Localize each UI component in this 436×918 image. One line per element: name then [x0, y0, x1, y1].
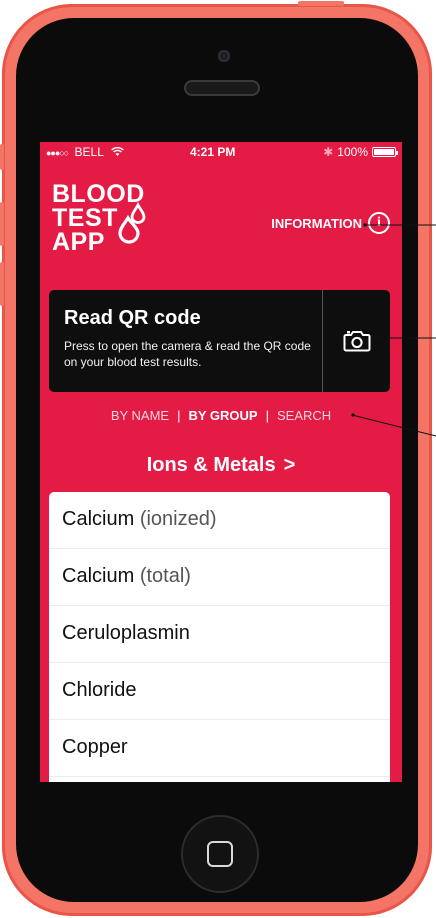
- read-qr-card[interactable]: Read QR code Press to open the camera & …: [49, 290, 390, 392]
- volume-up-button: [0, 202, 4, 246]
- qr-title: Read QR code: [64, 307, 201, 329]
- front-camera-icon: [218, 50, 230, 62]
- tab-separator: |: [265, 408, 269, 423]
- test-qualifier: (total): [139, 565, 191, 587]
- status-right: ✱ 100%: [323, 145, 398, 159]
- test-name: Ceruloplasmin: [62, 622, 190, 644]
- bluetooth-icon: ✱: [323, 145, 334, 159]
- list-item[interactable]: Calcium (total): [49, 549, 390, 606]
- group-title: Ions & Metals: [146, 454, 276, 476]
- battery-icon: [372, 147, 398, 157]
- test-name: Chloride: [62, 679, 137, 701]
- info-circle-icon: i: [368, 212, 390, 234]
- app-screen: ●●●○○ BELL 4:21 PM ✱ 100% BLOOD TEST APP: [40, 142, 402, 782]
- earpiece-speaker: [184, 80, 260, 96]
- tab-search[interactable]: SEARCH: [277, 408, 331, 423]
- carrier-name: BELL: [74, 145, 104, 159]
- tab-separator: |: [177, 408, 181, 423]
- test-name: Calcium: [62, 565, 135, 587]
- battery-percent: 100%: [337, 145, 368, 159]
- tab-by-name[interactable]: BY NAME: [111, 408, 169, 423]
- qr-description: Press to open the camera & read the QR c…: [64, 339, 311, 369]
- test-qualifier: (ionized): [139, 508, 217, 530]
- test-name: Copper: [62, 736, 128, 758]
- list-item[interactable]: Calcium (ionized): [49, 492, 390, 549]
- power-button: [298, 1, 344, 6]
- information-link[interactable]: INFORMATION i: [271, 212, 390, 234]
- wifi-icon: [111, 146, 124, 156]
- carrier-info: ●●●○○ BELL: [46, 145, 124, 159]
- test-list: Calcium (ionized) Calcium (total) Cerulo…: [49, 492, 390, 782]
- list-item[interactable]: Ceruloplasmin: [49, 606, 390, 663]
- camera-icon: [343, 331, 370, 352]
- home-button[interactable]: [181, 815, 259, 893]
- browse-tabs: BY NAME | BY GROUP | SEARCH: [40, 408, 402, 423]
- list-item[interactable]: Chloride: [49, 663, 390, 720]
- battery-fill: [374, 149, 394, 155]
- volume-down-button: [0, 262, 4, 306]
- test-name: Calcium: [62, 508, 135, 530]
- phone-shell: ●●●○○ BELL 4:21 PM ✱ 100% BLOOD TEST APP: [0, 1, 432, 916]
- list-item[interactable]: Copper: [49, 720, 390, 777]
- tab-by-group[interactable]: BY GROUP: [188, 408, 257, 423]
- blood-drops-icon: [118, 202, 146, 244]
- home-square-icon: [207, 841, 233, 867]
- group-selector[interactable]: Ions & Metals >: [40, 454, 402, 477]
- mute-switch: [0, 144, 4, 170]
- open-camera-button[interactable]: [323, 290, 390, 392]
- signal-strength-icon: ●●●○○: [46, 148, 69, 158]
- chevron-right-icon: >: [283, 454, 296, 476]
- information-label: INFORMATION: [271, 215, 362, 231]
- clock: 4:21 PM: [190, 145, 236, 159]
- status-bar: ●●●○○ BELL 4:21 PM ✱ 100%: [40, 142, 402, 162]
